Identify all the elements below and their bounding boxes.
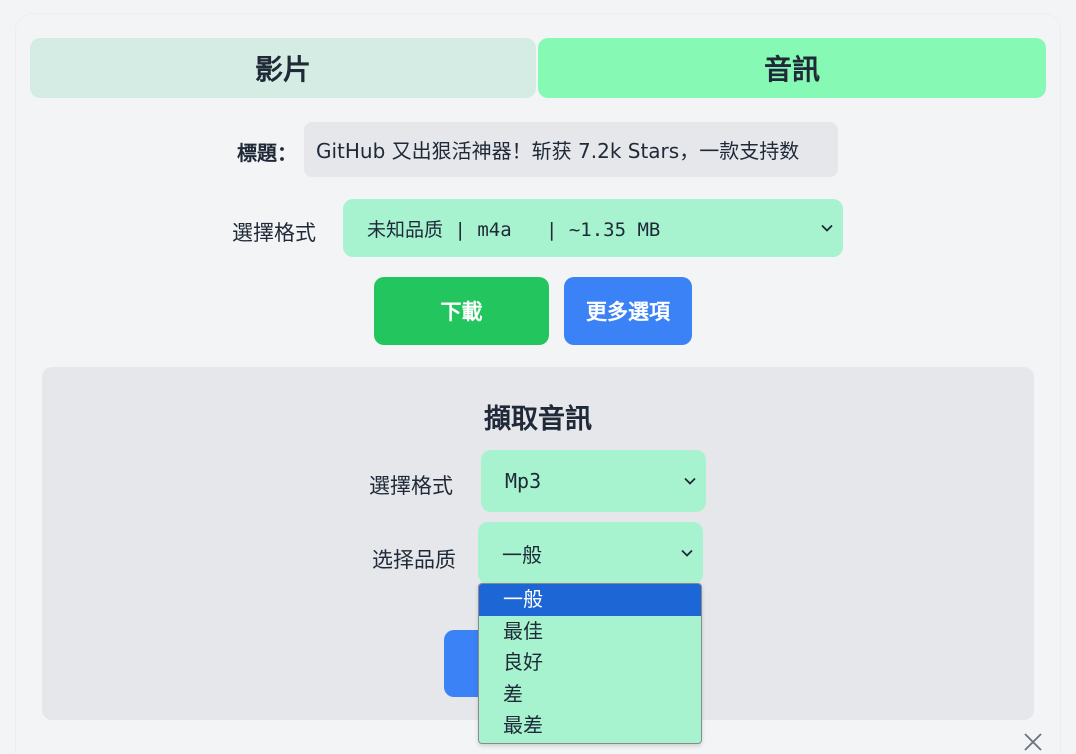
- tab-video[interactable]: 影片: [30, 38, 536, 98]
- title-label: 標題：: [237, 141, 297, 165]
- tab-audio[interactable]: 音訊: [538, 38, 1046, 98]
- app-page: 影片 音訊 標題： GitHub 又出狠活神器！斩获 7.2k Stars，一款…: [0, 0, 1076, 754]
- extract-format-select[interactable]: Mp3: [481, 450, 706, 512]
- format-select[interactable]: 未知品质 | m4a | ~1.35 MB: [343, 199, 843, 257]
- quality-option[interactable]: 最佳: [479, 616, 701, 648]
- extract-quality-label: 选择品质: [372, 548, 456, 572]
- extract-quality-value: 一般: [502, 542, 542, 567]
- quality-option[interactable]: 良好: [479, 647, 701, 679]
- format-select-value: 未知品质 | m4a | ~1.35 MB: [367, 218, 661, 241]
- chevron-down-icon: [684, 477, 696, 485]
- quality-dropdown-list[interactable]: 一般 最佳 良好 差 最差: [478, 583, 702, 744]
- extract-format-value: Mp3: [505, 469, 542, 493]
- extract-quality-select[interactable]: 一般: [478, 522, 703, 584]
- download-button[interactable]: 下載: [374, 277, 549, 345]
- quality-option[interactable]: 最差: [479, 710, 701, 742]
- chevron-down-icon: [681, 549, 693, 557]
- format-label: 選擇格式: [232, 221, 316, 245]
- extract-format-label: 選擇格式: [369, 474, 453, 498]
- close-icon[interactable]: [1022, 731, 1044, 753]
- quality-option[interactable]: 差: [479, 679, 701, 711]
- more-options-button[interactable]: 更多選項: [564, 277, 692, 345]
- chevron-down-icon: [821, 224, 833, 232]
- extract-audio-title: 擷取音訊: [484, 404, 592, 435]
- title-field[interactable]: GitHub 又出狠活神器！斩获 7.2k Stars，一款支持数: [304, 122, 838, 177]
- quality-option[interactable]: 一般: [479, 584, 701, 616]
